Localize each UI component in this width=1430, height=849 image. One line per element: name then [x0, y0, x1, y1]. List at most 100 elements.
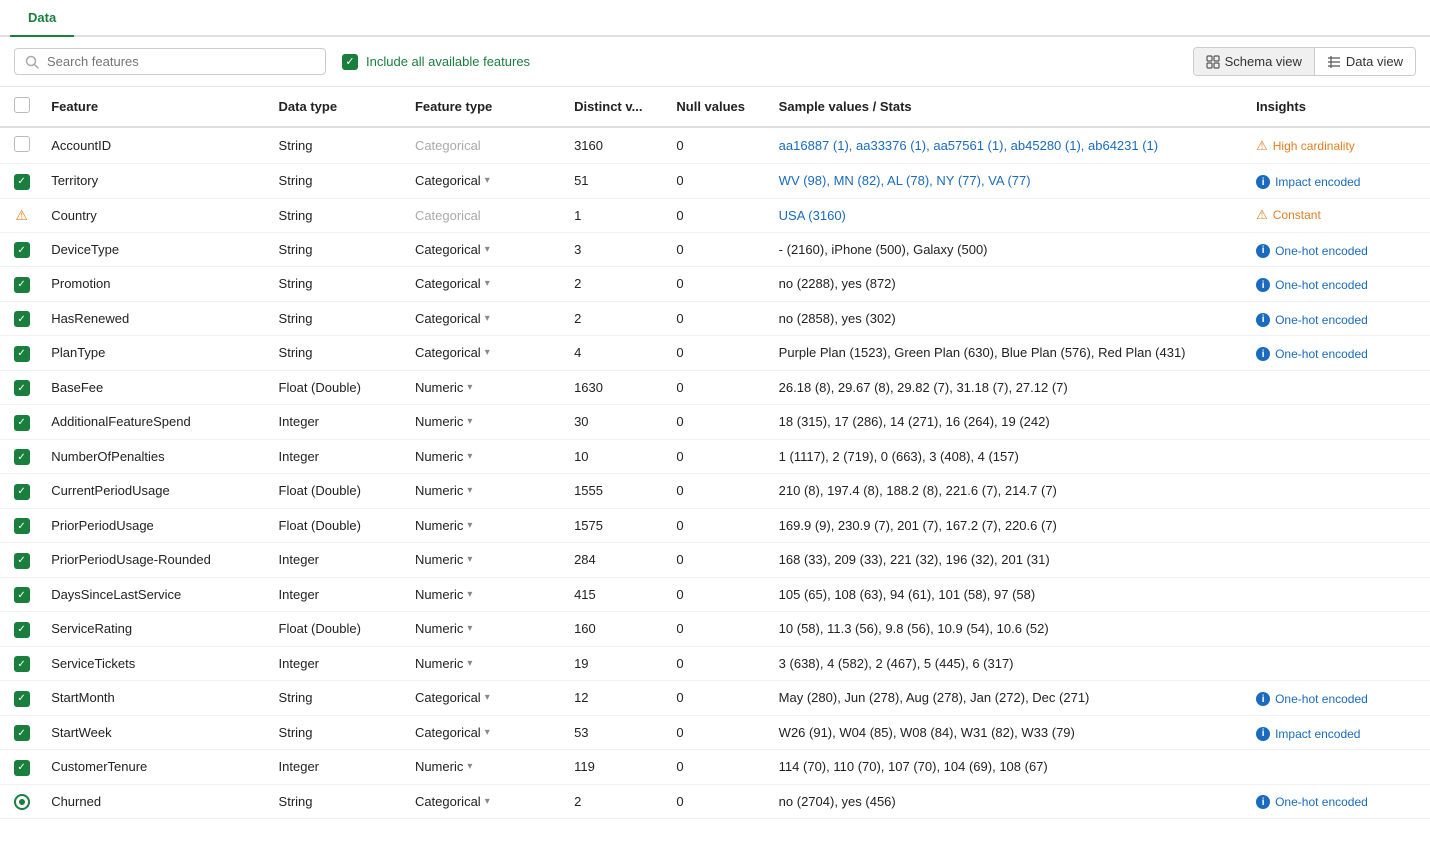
feature-type-select[interactable]: Numeric ▾: [415, 380, 558, 395]
feature-name: Churned: [51, 794, 101, 809]
cell-featuretype: Categorical ▾: [407, 267, 566, 302]
row-checkbox[interactable]: [14, 277, 30, 293]
table-row: HasRenewed String Categorical ▾ 2 0 no (…: [0, 301, 1430, 336]
cell-null: 0: [668, 439, 770, 474]
row-checkbox[interactable]: [14, 691, 30, 707]
cell-featuretype: Categorical: [407, 127, 566, 164]
feature-type-select[interactable]: Numeric ▾: [415, 552, 558, 567]
cell-check: [0, 543, 43, 578]
cell-feature: Promotion: [43, 267, 270, 302]
cell-sample: 26.18 (8), 29.67 (8), 29.82 (7), 31.18 (…: [771, 370, 1248, 405]
row-checkbox[interactable]: [14, 656, 30, 672]
feature-type-select[interactable]: Categorical ▾: [415, 311, 558, 326]
insight-text: One-hot encoded: [1275, 795, 1368, 809]
feature-type-select[interactable]: Categorical ▾: [415, 794, 558, 809]
feature-type-select[interactable]: Categorical ▾: [415, 690, 558, 705]
cell-insights: i Impact encoded: [1248, 164, 1430, 199]
row-checkbox[interactable]: [14, 415, 30, 431]
row-checkbox[interactable]: [14, 553, 30, 569]
cell-feature: NumberOfPenalties: [43, 439, 270, 474]
feature-name: StartWeek: [51, 725, 111, 740]
insight-badge: i One-hot encoded: [1256, 278, 1368, 292]
row-checkbox[interactable]: [14, 484, 30, 500]
row-checkbox[interactable]: [14, 311, 30, 327]
feature-type-select[interactable]: Categorical ▾: [415, 242, 558, 257]
feature-type-select[interactable]: Numeric ▾: [415, 483, 558, 498]
cell-sample: 3 (638), 4 (582), 2 (467), 5 (445), 6 (3…: [771, 646, 1248, 681]
cell-datatype: Integer: [271, 577, 407, 612]
cell-datatype: String: [271, 232, 407, 267]
row-checkbox[interactable]: [14, 518, 30, 534]
row-checkbox[interactable]: [14, 136, 30, 152]
cell-feature: CurrentPeriodUsage: [43, 474, 270, 509]
feature-type-select[interactable]: Categorical ▾: [415, 725, 558, 740]
insight-badge: i One-hot encoded: [1256, 692, 1368, 706]
null-value: 0: [676, 725, 683, 740]
include-all-features[interactable]: Include all available features: [342, 54, 530, 70]
row-checkbox[interactable]: [14, 174, 30, 190]
table-row: BaseFee Float (Double) Numeric ▾ 1630 0 …: [0, 370, 1430, 405]
row-checkbox[interactable]: [14, 242, 30, 258]
cell-distinct: 4: [566, 336, 668, 371]
chevron-down-icon: ▾: [467, 416, 472, 427]
cell-feature: ServiceRating: [43, 612, 270, 647]
row-checkbox[interactable]: [14, 725, 30, 741]
row-checkbox[interactable]: [14, 449, 30, 465]
info-icon: i: [1256, 727, 1270, 741]
sample-value: 26.18 (8), 29.67 (8), 29.82 (7), 31.18 (…: [779, 380, 1068, 395]
feature-type-select[interactable]: Categorical ▾: [415, 276, 558, 291]
cell-insights: [1248, 543, 1430, 578]
schema-view-button[interactable]: Schema view: [1194, 48, 1315, 75]
data-view-button[interactable]: Data view: [1315, 48, 1415, 75]
datatype-value: Integer: [279, 656, 319, 671]
cell-featuretype: Numeric ▾: [407, 439, 566, 474]
row-checkbox[interactable]: [14, 622, 30, 638]
distinct-value: 415: [574, 587, 596, 602]
feature-type-select[interactable]: Numeric ▾: [415, 621, 558, 636]
cell-datatype: Integer: [271, 439, 407, 474]
row-checkbox[interactable]: [14, 380, 30, 396]
info-icon: i: [1256, 692, 1270, 706]
search-box: [14, 48, 326, 75]
cell-datatype: String: [271, 715, 407, 750]
chevron-down-icon: ▾: [485, 175, 490, 186]
cell-insights: i One-hot encoded: [1248, 784, 1430, 818]
feature-type-select[interactable]: Numeric ▾: [415, 759, 558, 774]
row-checkbox[interactable]: [14, 346, 30, 362]
cell-feature: PlanType: [43, 336, 270, 371]
cell-distinct: 30: [566, 405, 668, 440]
cell-null: 0: [668, 370, 770, 405]
cell-null: 0: [668, 164, 770, 199]
insight-text: Impact encoded: [1275, 727, 1360, 741]
row-checkbox[interactable]: [14, 587, 30, 603]
sample-value: 169.9 (9), 230.9 (7), 201 (7), 167.2 (7)…: [779, 518, 1057, 533]
sample-value: 168 (33), 209 (33), 221 (32), 196 (32), …: [779, 552, 1050, 567]
feature-type-select[interactable]: Numeric ▾: [415, 449, 558, 464]
feature-type-select[interactable]: Categorical ▾: [415, 345, 558, 360]
feature-type-select[interactable]: Categorical ▾: [415, 173, 558, 188]
distinct-value: 3: [574, 242, 581, 257]
sample-value: 1 (1117), 2 (719), 0 (663), 3 (408), 4 (…: [779, 449, 1019, 464]
feature-type-select[interactable]: Numeric ▾: [415, 587, 558, 602]
header-checkbox[interactable]: [14, 97, 30, 113]
chevron-down-icon: ▾: [467, 658, 472, 669]
feature-type-select[interactable]: Numeric ▾: [415, 414, 558, 429]
table-row: NumberOfPenalties Integer Numeric ▾ 10 0…: [0, 439, 1430, 474]
schema-view-icon: [1206, 55, 1220, 69]
cell-distinct: 284: [566, 543, 668, 578]
row-checkbox[interactable]: [14, 760, 30, 776]
search-input[interactable]: [47, 54, 315, 69]
feature-type-select[interactable]: Numeric ▾: [415, 656, 558, 671]
tab-data[interactable]: Data: [10, 0, 74, 37]
feature-type-value: Categorical: [415, 242, 481, 257]
datatype-value: String: [279, 173, 313, 188]
feature-type-select[interactable]: Numeric ▾: [415, 518, 558, 533]
insight-text: One-hot encoded: [1275, 347, 1368, 361]
sample-value: no (2704), yes (456): [779, 794, 896, 809]
cell-featuretype: Numeric ▾: [407, 577, 566, 612]
insight-text: One-hot encoded: [1275, 278, 1368, 292]
sample-value: 10 (58), 11.3 (56), 9.8 (56), 10.9 (54),…: [779, 621, 1049, 636]
cell-feature: Country: [43, 198, 270, 232]
datatype-value: Integer: [279, 587, 319, 602]
chevron-down-icon: ▾: [467, 554, 472, 565]
